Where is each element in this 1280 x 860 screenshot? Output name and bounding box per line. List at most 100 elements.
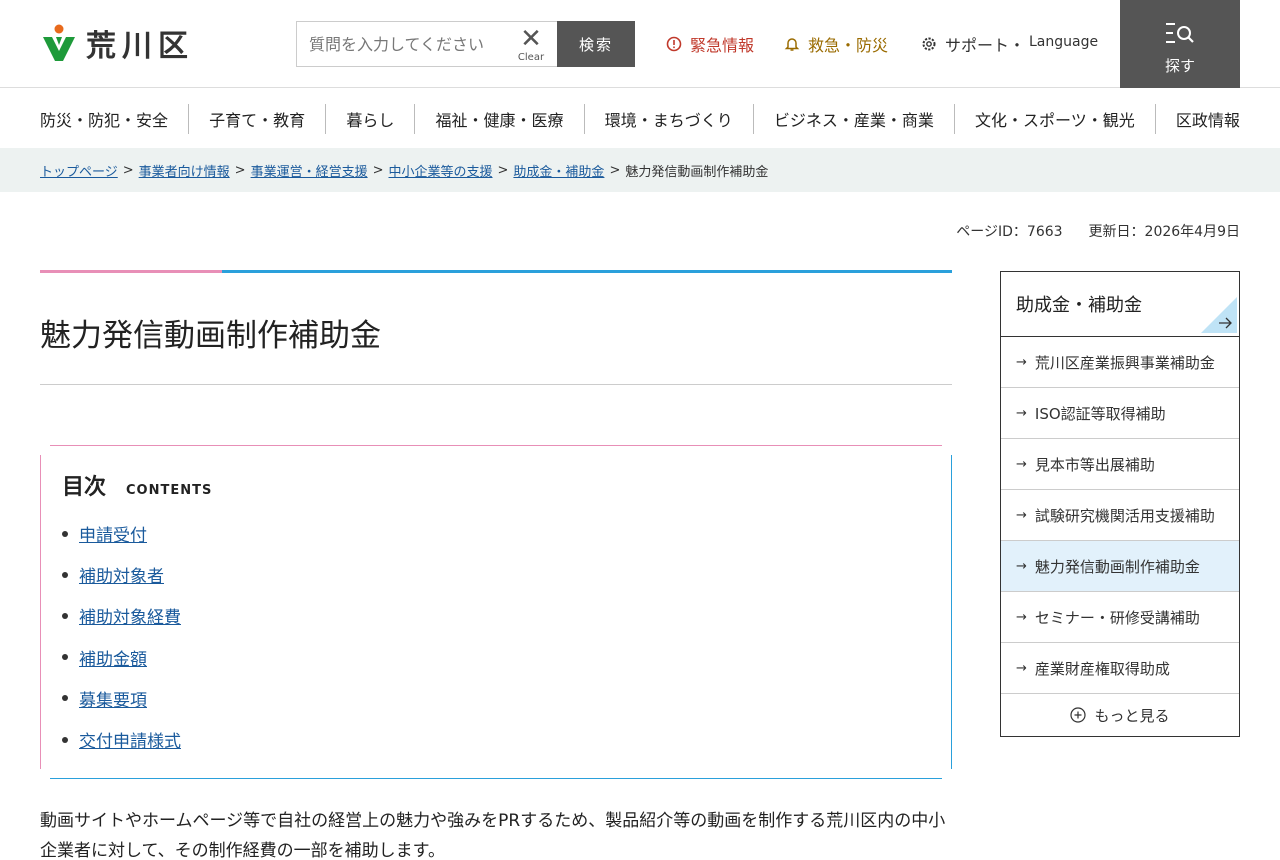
rescue-disaster-link[interactable]: 救急・防災: [784, 32, 888, 56]
search-input[interactable]: [309, 22, 509, 66]
toc-border-right: [951, 455, 952, 769]
page-meta: ページID：7663 更新日：2026年4月9日: [956, 221, 1240, 241]
side-item-label: セミナー・研修受講補助: [1034, 608, 1200, 627]
side-menu: 助成金・補助金 → 荒川区産業振興事業補助金 → ISO認証等取得補助 → 見本市等出…: [1000, 271, 1240, 737]
arrow-right-icon: →: [1016, 609, 1027, 625]
page-id: ページID：7663: [956, 224, 1063, 240]
gnav-item-safety[interactable]: 防災・防犯・安全: [40, 107, 188, 131]
title-accent-bar-pink: [40, 270, 222, 273]
breadcrumb-separator: >: [497, 162, 509, 178]
arrow-right-icon: [1201, 297, 1237, 333]
side-menu-heading[interactable]: 助成金・補助金: [1001, 272, 1239, 337]
arrow-right-icon: →: [1016, 660, 1027, 676]
title-divider: [40, 384, 952, 385]
rescue-label: 救急・防災: [808, 36, 889, 55]
clear-button[interactable]: ✕ Clear: [516, 24, 546, 63]
gnav-item-government[interactable]: 区政情報: [1156, 107, 1240, 131]
table-of-contents: 目次 CONTENTS 申請受付 補助対象者 補助対象経費 補助金額 募集要項 …: [40, 445, 952, 779]
side-item-industry-promotion[interactable]: → 荒川区産業振興事業補助金: [1001, 337, 1239, 388]
toc-item: 申請受付: [62, 513, 181, 554]
toc-link-guidelines[interactable]: 募集要項: [79, 686, 147, 711]
toc-title: 目次: [62, 475, 107, 500]
toc-border-top: [50, 445, 942, 446]
toc-item: 補助対象者: [62, 554, 181, 595]
close-icon: ✕: [520, 24, 542, 54]
find-menu-button[interactable]: 探す: [1120, 0, 1240, 88]
page-title: 魅力発信動画制作補助金: [40, 318, 381, 354]
toc-item: 補助金額: [62, 637, 181, 678]
arrow-right-icon: →: [1016, 456, 1027, 472]
alert-icon: [666, 36, 682, 52]
breadcrumb-link-top[interactable]: トップページ: [40, 161, 118, 180]
gnav-item-business[interactable]: ビジネス・産業・商業: [754, 107, 954, 131]
toc-link-application[interactable]: 申請受付: [79, 521, 147, 546]
gear-icon: [922, 37, 936, 51]
toc-link-eligible-expenses[interactable]: 補助対象経費: [79, 603, 181, 628]
toc-border-left: [40, 455, 41, 769]
toc-link-amount[interactable]: 補助金額: [79, 645, 147, 670]
emergency-label: 緊急情報: [690, 36, 755, 55]
side-item-label: 荒川区産業振興事業補助金: [1034, 353, 1215, 372]
side-item-seminar[interactable]: → セミナー・研修受講補助: [1001, 592, 1239, 643]
breadcrumb: トップページ > 事業者向け情報 > 事業運営・経営支援 > 中小企業等の支援 …: [0, 148, 1280, 192]
breadcrumb-link-business[interactable]: 事業者向け情報: [139, 161, 230, 180]
arrow-right-icon: →: [1016, 558, 1027, 574]
plus-circle-icon: [1070, 707, 1087, 723]
toc-subtitle: CONTENTS: [126, 483, 213, 498]
see-more-button[interactable]: もっと見る: [1001, 694, 1239, 736]
side-item-ip-rights[interactable]: → 産業財産権取得助成: [1001, 643, 1239, 694]
breadcrumb-link-sme-support[interactable]: 中小企業等の支援: [389, 161, 493, 180]
site-header: 荒川区 ✕ Clear 検索 緊急情報 救急・防災 サポート・ Language: [0, 0, 1280, 88]
language-link[interactable]: Language: [1029, 34, 1098, 50]
gnav-item-welfare[interactable]: 福祉・健康・医療: [416, 107, 584, 131]
toc-item: 補助対象経費: [62, 595, 181, 636]
toc-item: 募集要項: [62, 678, 181, 719]
gnav-item-living[interactable]: 暮らし: [326, 107, 414, 131]
toc-link-eligible-persons[interactable]: 補助対象者: [79, 562, 164, 587]
support-link[interactable]: サポート・: [921, 32, 1025, 56]
site-logo[interactable]: 荒川区: [40, 20, 194, 66]
side-item-label: 魅力発信動画制作補助金: [1034, 557, 1200, 576]
find-label: 探す: [1164, 57, 1195, 75]
arakawa-logo-icon: [43, 24, 75, 61]
breadcrumb-link-grants[interactable]: 助成金・補助金: [513, 161, 604, 180]
gnav-item-childcare[interactable]: 子育て・教育: [189, 107, 325, 131]
side-item-label: 産業財産権取得助成: [1034, 659, 1170, 678]
side-item-iso[interactable]: → ISO認証等取得補助: [1001, 388, 1239, 439]
support-label: サポート・: [945, 36, 1026, 55]
toc-item: 交付申請様式: [62, 719, 181, 760]
intro-text: 動画サイトやホームページ等で自社の経営上の魅力や強みをPRするため、製品紹介等の…: [40, 811, 946, 860]
search-box: ✕ Clear: [296, 21, 558, 67]
breadcrumb-separator: >: [234, 162, 246, 178]
arrow-right-icon: →: [1016, 354, 1027, 370]
toc-border-bottom: [50, 778, 942, 779]
search-menu-icon: [1166, 23, 1194, 43]
see-more-label: もっと見る: [1094, 706, 1170, 725]
breadcrumb-link-management[interactable]: 事業運営・経営支援: [251, 161, 368, 180]
emergency-info-link[interactable]: 緊急情報: [666, 32, 754, 56]
side-item-label: 見本市等出展補助: [1034, 455, 1155, 474]
side-item-label: 試験研究機関活用支援補助: [1034, 506, 1215, 525]
search-button[interactable]: 検索: [557, 21, 635, 67]
breadcrumb-current: 魅力発信動画制作補助金: [625, 164, 769, 180]
side-item-research-institute[interactable]: → 試験研究機関活用支援補助: [1001, 490, 1239, 541]
breadcrumb-separator: >: [372, 162, 384, 178]
side-item-trade-show[interactable]: → 見本市等出展補助: [1001, 439, 1239, 490]
toc-list: 申請受付 補助対象者 補助対象経費 補助金額 募集要項 交付申請様式: [62, 513, 181, 760]
breadcrumb-separator: >: [609, 162, 621, 178]
site-logo-text: 荒川区: [86, 29, 194, 64]
gnav-item-culture[interactable]: 文化・スポーツ・観光: [955, 107, 1155, 131]
clear-label: Clear: [517, 52, 545, 63]
arrow-right-icon: →: [1016, 507, 1027, 523]
toc-link-forms[interactable]: 交付申請様式: [79, 727, 181, 752]
arrow-right-icon: →: [1016, 405, 1027, 421]
updated-date: 更新日：2026年4月9日: [1088, 224, 1240, 240]
breadcrumb-separator: >: [122, 162, 134, 178]
side-item-video-production[interactable]: → 魅力発信動画制作補助金: [1001, 541, 1239, 592]
side-item-label: ISO認証等取得補助: [1034, 404, 1166, 423]
gnav-item-environment[interactable]: 環境・まちづくり: [585, 107, 753, 131]
side-menu-heading-label: 助成金・補助金: [1016, 295, 1142, 316]
toc-heading: 目次 CONTENTS: [62, 469, 212, 501]
bell-icon: [784, 38, 800, 51]
global-nav: 防災・防犯・安全 子育て・教育 暮らし 福祉・健康・医療 環境・まちづくり ビジ…: [40, 100, 1240, 138]
